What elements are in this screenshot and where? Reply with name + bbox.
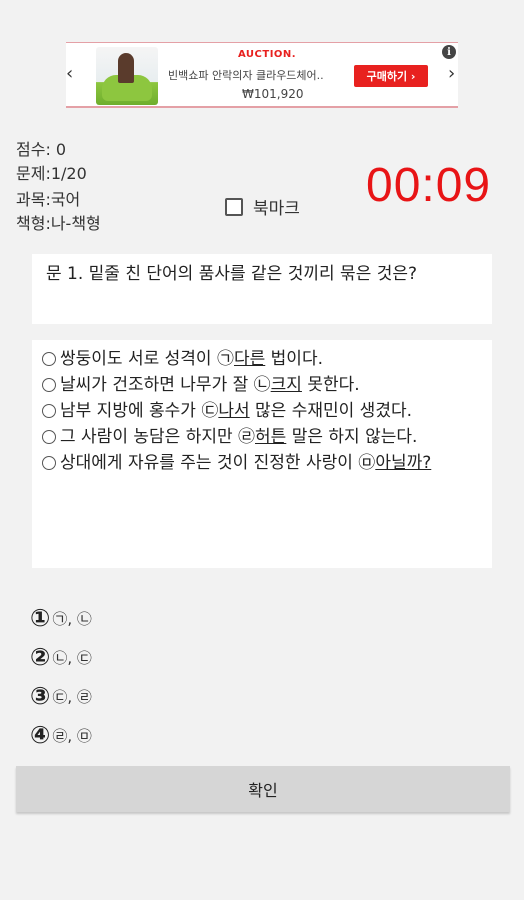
answer-text: ㉠, ㉡ — [52, 609, 92, 628]
circle-icon — [42, 430, 56, 444]
answer-text: ㉢, ㉣ — [52, 687, 92, 706]
problem-counter: 문제:1/20 — [16, 164, 87, 183]
answer-number: ③ — [30, 682, 51, 710]
bookmark-checkbox[interactable] — [225, 197, 243, 216]
circle-icon — [42, 352, 56, 366]
bookmark-toggle[interactable]: 북마크 — [225, 194, 300, 219]
ad-brand: AUCTION. — [238, 49, 297, 60]
confirm-button[interactable]: 확인 — [16, 766, 510, 812]
passage-box: 쌍둥이도 서로 성격이 ㉠다른 법이다. 날씨가 건조하면 나무가 잘 ㉡크지 … — [32, 340, 492, 568]
score-text: 점수: 0 — [16, 140, 67, 159]
answer-number: ② — [30, 643, 51, 671]
chevron-right-icon[interactable]: › — [448, 63, 458, 84]
bookmark-label: 북마크 — [253, 199, 300, 219]
ad-buy-button[interactable]: 구매하기 › — [354, 65, 428, 87]
person-shape — [118, 53, 134, 83]
question-text: 문 1. 밑줄 친 단어의 품사를 같은 것끼리 묶은 것은? — [46, 264, 418, 284]
ad-banner[interactable]: ‹ AUCTION. 빈백쇼파 안락의자 클라우드체어.. ₩101,920 구… — [66, 42, 458, 108]
circle-icon — [42, 404, 56, 418]
circle-icon — [42, 456, 56, 470]
chevron-left-icon[interactable]: ‹ — [66, 63, 76, 84]
info-icon[interactable]: i — [442, 45, 456, 59]
timer: 00:09 — [366, 159, 492, 212]
ad-price: ₩101,920 — [242, 87, 304, 101]
passage-line: 날씨가 건조하면 나무가 잘 ㉡크지 못한다. — [42, 372, 482, 398]
answer-option-2[interactable]: ② ㉡, ㉢ — [30, 643, 92, 671]
answer-text: ㉡, ㉢ — [52, 648, 92, 667]
answer-option-4[interactable]: ④ ㉣, ㉤ — [30, 721, 92, 749]
passage-line: 남부 지방에 홍수가 ㉢나서 많은 수재민이 생겼다. — [42, 398, 482, 424]
subject-text: 과목:국어 — [16, 190, 81, 209]
passage-line: 상대에게 자유를 주는 것이 진정한 사랑이 ㉤아닐까? — [42, 450, 482, 476]
ad-title[interactable]: 빈백쇼파 안락의자 클라우드체어.. — [168, 67, 348, 83]
answer-number: ① — [30, 604, 51, 632]
answer-text: ㉣, ㉤ — [52, 726, 92, 745]
answer-option-3[interactable]: ③ ㉢, ㉣ — [30, 682, 92, 710]
answer-option-1[interactable]: ① ㉠, ㉡ — [30, 604, 92, 632]
question-box: 문 1. 밑줄 친 단어의 품사를 같은 것끼리 묶은 것은? — [32, 254, 492, 324]
booklet-text: 책형:나-책형 — [16, 214, 101, 233]
answer-number: ④ — [30, 721, 51, 749]
circle-icon — [42, 378, 56, 392]
ad-product-image[interactable] — [96, 47, 158, 105]
passage-line: 그 사람이 농담은 하지만 ㉣허튼 말은 하지 않는다. — [42, 424, 482, 450]
passage-line: 쌍둥이도 서로 성격이 ㉠다른 법이다. — [42, 346, 482, 372]
